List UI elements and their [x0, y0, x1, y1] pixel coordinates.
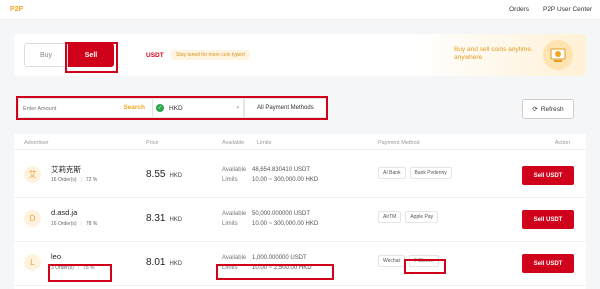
amount-input[interactable]	[23, 102, 103, 115]
payment-method-tag: AirTM	[378, 211, 402, 223]
table-row: L leo 3 Order(s) | 75 % 8.01 HKD Availab…	[14, 242, 586, 286]
price: 8.01 HKD	[146, 257, 182, 268]
stats-divider: |	[77, 265, 80, 271]
table-row: 艾 艾莉克斯 16 Order(s) | 72 % 8.55 HKD Avail…	[14, 154, 586, 198]
limits-label: Limits	[222, 221, 238, 227]
limits-value: 10.00 ~ 300,000.00 HKD	[252, 177, 319, 183]
buy-tab[interactable]: Buy	[24, 43, 68, 67]
header-price: Price	[146, 140, 159, 146]
header-payment: Payment Method	[378, 140, 420, 146]
coin-types-tip: Stay tuned for more coin types!	[171, 50, 251, 60]
refresh-button[interactable]: ⟳ Refresh	[522, 99, 574, 119]
coin-selector-usdt[interactable]: USDT	[146, 52, 164, 59]
available-label: Available	[222, 211, 247, 217]
payment-methods: AI Bank Bank Pvdenny	[378, 167, 452, 179]
payment-method-tag: Bank Pvdenny	[409, 167, 452, 179]
advertiser-name[interactable]: leo	[51, 252, 61, 261]
payment-method-tag: Wechat	[378, 255, 405, 267]
available-limits: Available 1,000.000000 USDT Limits 10.00 ~…	[222, 253, 312, 273]
sell-usdt-button[interactable]: Sell USDT	[522, 166, 574, 185]
header-advertiser: Advertiser	[24, 140, 49, 146]
nav-user-center-link[interactable]: P2P User Center	[543, 6, 592, 13]
completion-rate: 78 %	[85, 221, 98, 227]
hkd-flag-icon: ✓	[156, 104, 164, 112]
avatar: 艾	[24, 166, 41, 183]
limits-value: 10.00 ~ 2,500.00 HKD	[252, 265, 312, 271]
filter-bar: Search ✓ HKD ▾ All Payment Methods ⟳ Ref…	[14, 94, 586, 124]
payment-method-tag: Apple Pay	[405, 211, 439, 223]
payment-method-tag: 7-Eleven	[408, 255, 439, 267]
completion-rate: 72 %	[85, 177, 98, 183]
offers-table: Advertiser Price Available Limits Paymen…	[14, 134, 586, 289]
refresh-icon: ⟳	[532, 106, 538, 113]
price-currency: HKD	[169, 173, 183, 179]
price-currency: HKD	[169, 217, 183, 223]
price-value: 8.01	[146, 257, 166, 268]
table-header: Advertiser Price Available Limits Paymen…	[14, 134, 586, 150]
order-count: 3 Order(s)	[51, 265, 74, 271]
advertiser-stats: 16 Order(s) | 72 %	[51, 177, 97, 183]
amount-field: Search	[18, 98, 154, 118]
price-currency: HKD	[169, 261, 183, 267]
hero-panel: Buy Sell USDT Stay tuned for more coin t…	[14, 34, 586, 76]
table-row: D d.asd.ja 16 Order(s) | 78 % 8.31 HKD A…	[14, 198, 586, 242]
available-value: 50,000.000000 USDT	[252, 211, 311, 217]
currency-value: HKD	[169, 104, 183, 112]
price-value: 8.55	[146, 169, 166, 180]
completion-rate: 75 %	[83, 265, 95, 271]
available-label: Available	[222, 167, 247, 173]
promo-text: Buy and sell coins anytime, anywhere	[454, 46, 533, 61]
nav-orders-link[interactable]: Orders	[509, 6, 529, 13]
trade-side-tabs: Buy Sell	[24, 43, 114, 67]
chevron-down-icon: ▾	[236, 105, 239, 111]
header-action: Action	[554, 140, 570, 146]
refresh-label: Refresh	[540, 105, 564, 113]
available-limits: Available 50,000.000000 USDT Limits 10.00 …	[222, 209, 318, 229]
header-available: Available	[222, 140, 245, 146]
available-label: Available	[222, 255, 247, 261]
order-count: 16 Order(s)	[51, 177, 77, 183]
promo-banner: Buy and sell coins anytime, anywhere	[416, 34, 586, 76]
advertiser-name[interactable]: d.asd.ja	[51, 208, 77, 217]
payment-method-select[interactable]: All Payment Methods	[244, 98, 328, 118]
advertiser-stats: 16 Order(s) | 78 %	[51, 221, 97, 227]
stats-divider: |	[80, 221, 82, 227]
available-value: 48,654.830410 USDT	[252, 167, 311, 173]
payment-method-tag: AI Bank	[378, 167, 406, 179]
brand-p2p[interactable]: P2P	[10, 6, 23, 13]
limits-label: Limits	[222, 177, 238, 183]
search-button[interactable]: Search	[123, 104, 145, 111]
available-value: 1,000.000000 USDT	[252, 255, 307, 261]
avatar: L	[24, 254, 41, 271]
payment-methods: Wechat 7-Eleven	[378, 255, 439, 267]
price: 8.55 HKD	[146, 169, 182, 180]
avatar: D	[24, 210, 41, 227]
promo-illustration-icon	[543, 40, 573, 70]
top-nav: P2P Orders P2P User Center	[0, 0, 600, 20]
price-value: 8.31	[146, 213, 166, 224]
nav-links: Orders P2P User Center	[509, 6, 592, 13]
available-limits: Available 48,654.830410 USDT Limits 10.00 …	[222, 165, 318, 185]
header-limits: Limits	[257, 140, 272, 146]
sell-usdt-button[interactable]: Sell USDT	[522, 210, 574, 229]
advertiser-name[interactable]: 艾莉克斯	[51, 164, 81, 175]
advertiser-stats: 3 Order(s) | 75 %	[51, 265, 95, 271]
currency-select[interactable]: ✓ HKD ▾	[152, 98, 244, 118]
limits-value: 10.00 ~ 300,000.00 HKD	[252, 221, 319, 227]
sell-usdt-button[interactable]: Sell USDT	[522, 254, 574, 273]
sell-tab[interactable]: Sell	[68, 43, 114, 67]
stats-divider: |	[80, 177, 82, 183]
payment-methods: AirTM Apple Pay	[378, 211, 439, 223]
order-count: 16 Order(s)	[51, 221, 77, 227]
limits-label: Limits	[222, 265, 238, 271]
price: 8.31 HKD	[146, 213, 182, 224]
